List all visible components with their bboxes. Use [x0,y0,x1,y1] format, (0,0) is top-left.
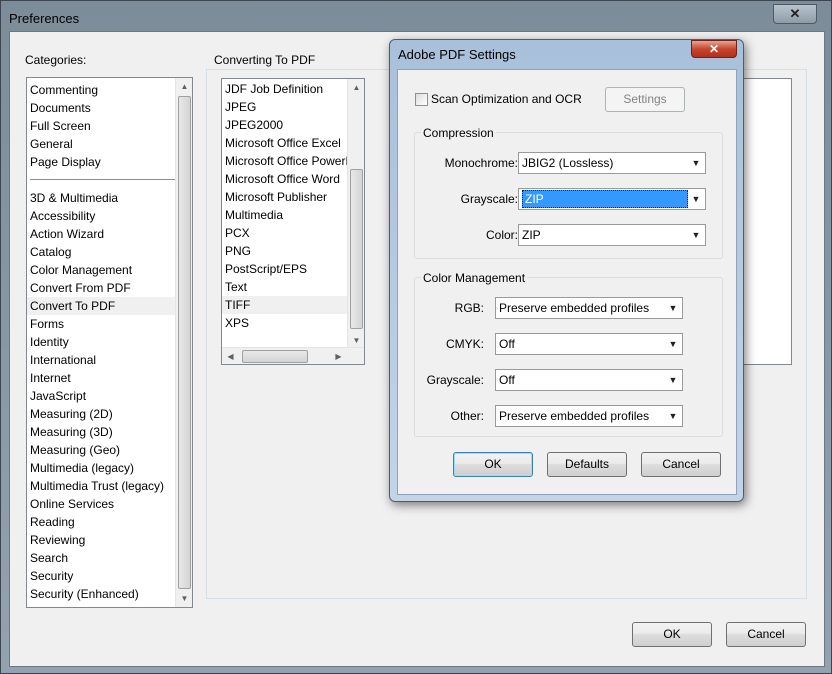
category-separator [30,179,186,181]
grayscale-compression-select[interactable]: ZIP ▼ [518,188,706,210]
list-item[interactable]: Online Services [27,495,192,513]
dialog-cancel-button[interactable]: Cancel [641,452,721,477]
list-item[interactable]: JDF Job Definition [222,80,364,98]
list-item[interactable]: Text [222,278,364,296]
converting-hscrollbar[interactable]: ◀ ▶ [222,347,364,364]
scroll-thumb[interactable] [242,350,308,363]
list-item[interactable]: Multimedia Trust (legacy) [27,477,192,495]
list-item[interactable]: Catalog [27,243,192,261]
defaults-button[interactable]: Defaults [547,452,627,477]
chevron-down-icon: ▼ [691,158,701,168]
list-item[interactable]: JPEG [222,98,364,116]
converting-list[interactable]: JDF Job Definition JPEG JPEG2000 Microsoft … [221,78,365,365]
chevron-down-icon: ▼ [668,303,678,313]
scroll-right-icon[interactable]: ▶ [330,348,347,364]
list-item[interactable]: Microsoft Office Word [222,170,364,188]
list-item[interactable]: Reviewing [27,531,192,549]
list-item[interactable]: Search [27,549,192,567]
chevron-down-icon: ▼ [668,375,678,385]
list-item[interactable]: Identity [27,333,192,351]
list-item[interactable]: PCX [222,224,364,242]
list-item[interactable]: Action Wizard [27,225,192,243]
chevron-down-icon: ▼ [691,194,701,204]
scroll-up-icon[interactable]: ▲ [176,78,192,95]
list-item[interactable]: TIFF [222,296,364,314]
color-compression-select[interactable]: ZIP ▼ [518,224,706,246]
monochrome-label: Monochrome: [444,156,518,170]
dialog-close-button[interactable]: ✕ [691,40,737,58]
adobe-pdf-settings-dialog: Adobe PDF Settings ✕ Scan Optimization a… [389,39,744,502]
compression-legend: Compression [421,126,496,140]
scroll-thumb[interactable] [178,96,191,589]
chevron-down-icon: ▼ [668,411,678,421]
dialog-client: Scan Optimization and OCR Settings Compr… [397,69,737,495]
list-item[interactable]: 3D & Multimedia [27,189,192,207]
window-title: Preferences [9,11,80,26]
list-item[interactable]: Page Display [27,153,192,171]
settings-preview-box [740,78,792,365]
dialog-title: Adobe PDF Settings [398,47,516,62]
cmyk-label: CMYK: [445,337,484,351]
list-item[interactable]: Convert From PDF [27,279,192,297]
categories-list[interactable]: Commenting Documents Full Screen General Pag… [26,77,193,608]
list-item[interactable]: JPEG2000 [222,116,364,134]
list-item[interactable]: Commenting [27,81,192,99]
settings-button[interactable]: Settings [605,87,685,112]
grayscale-color-select[interactable]: Off ▼ [495,369,683,391]
list-item[interactable]: Full Screen [27,117,192,135]
list-item[interactable]: Multimedia (legacy) [27,459,192,477]
list-item[interactable]: Security (Enhanced) [27,585,192,603]
dialog-ok-button[interactable]: OK [453,452,533,477]
monochrome-select[interactable]: JBIG2 (Lossless) ▼ [518,152,706,174]
categories-label: Categories: [25,53,87,67]
list-item[interactable]: Reading [27,513,192,531]
rgb-select[interactable]: Preserve embedded profiles ▼ [495,297,683,319]
close-icon: ✕ [789,6,801,21]
list-item[interactable]: Measuring (Geo) [27,441,192,459]
scroll-up-icon[interactable]: ▲ [348,79,364,96]
list-item[interactable]: Forms [27,315,192,333]
converting-label: Converting To PDF [214,53,316,67]
window-close-button[interactable]: ✕ [773,4,817,24]
list-item[interactable]: Convert To PDF [27,297,192,315]
scroll-left-icon[interactable]: ◀ [222,348,239,364]
list-item[interactable]: Measuring (3D) [27,423,192,441]
other-select[interactable]: Preserve embedded profiles ▼ [495,405,683,427]
list-item[interactable]: XPS [222,314,364,332]
scroll-down-icon[interactable]: ▼ [176,590,192,607]
other-label: Other: [450,409,484,423]
list-item[interactable]: Color Management [27,261,192,279]
cmyk-select[interactable]: Off ▼ [495,333,683,355]
ok-button[interactable]: OK [632,622,712,647]
list-item[interactable]: Security [27,567,192,585]
grayscale-compression-label: Grayscale: [460,192,518,206]
scan-ocr-label: Scan Optimization and OCR [431,92,582,106]
list-item[interactable]: Spelling [27,603,192,607]
list-item[interactable]: Microsoft Office PowerPoint [222,152,364,170]
color-management-legend: Color Management [421,271,528,285]
chevron-down-icon: ▼ [668,339,678,349]
list-item[interactable]: Internet [27,369,192,387]
list-item[interactable]: International [27,351,192,369]
list-item[interactable]: PostScript/EPS [222,260,364,278]
list-item[interactable]: Documents [27,99,192,117]
converting-vscrollbar[interactable]: ▲ ▼ [347,79,364,349]
list-item[interactable]: PNG [222,242,364,260]
scroll-thumb[interactable] [350,169,363,329]
list-item[interactable]: JavaScript [27,387,192,405]
list-item[interactable]: Microsoft Publisher [222,188,364,206]
scan-ocr-checkbox[interactable] [415,93,428,106]
grayscale-color-label: Grayscale: [426,373,484,387]
categories-scrollbar[interactable]: ▲ ▼ [175,78,192,607]
cancel-button[interactable]: Cancel [726,622,806,647]
list-item[interactable]: Microsoft Office Excel [222,134,364,152]
close-icon: ✕ [708,42,720,56]
list-item[interactable]: Measuring (2D) [27,405,192,423]
chevron-down-icon: ▼ [691,230,701,240]
list-item[interactable]: General [27,135,192,153]
rgb-label: RGB: [454,301,484,315]
list-item[interactable]: Accessibility [27,207,192,225]
color-compression-label: Color: [485,228,518,242]
list-item[interactable]: Multimedia [222,206,364,224]
